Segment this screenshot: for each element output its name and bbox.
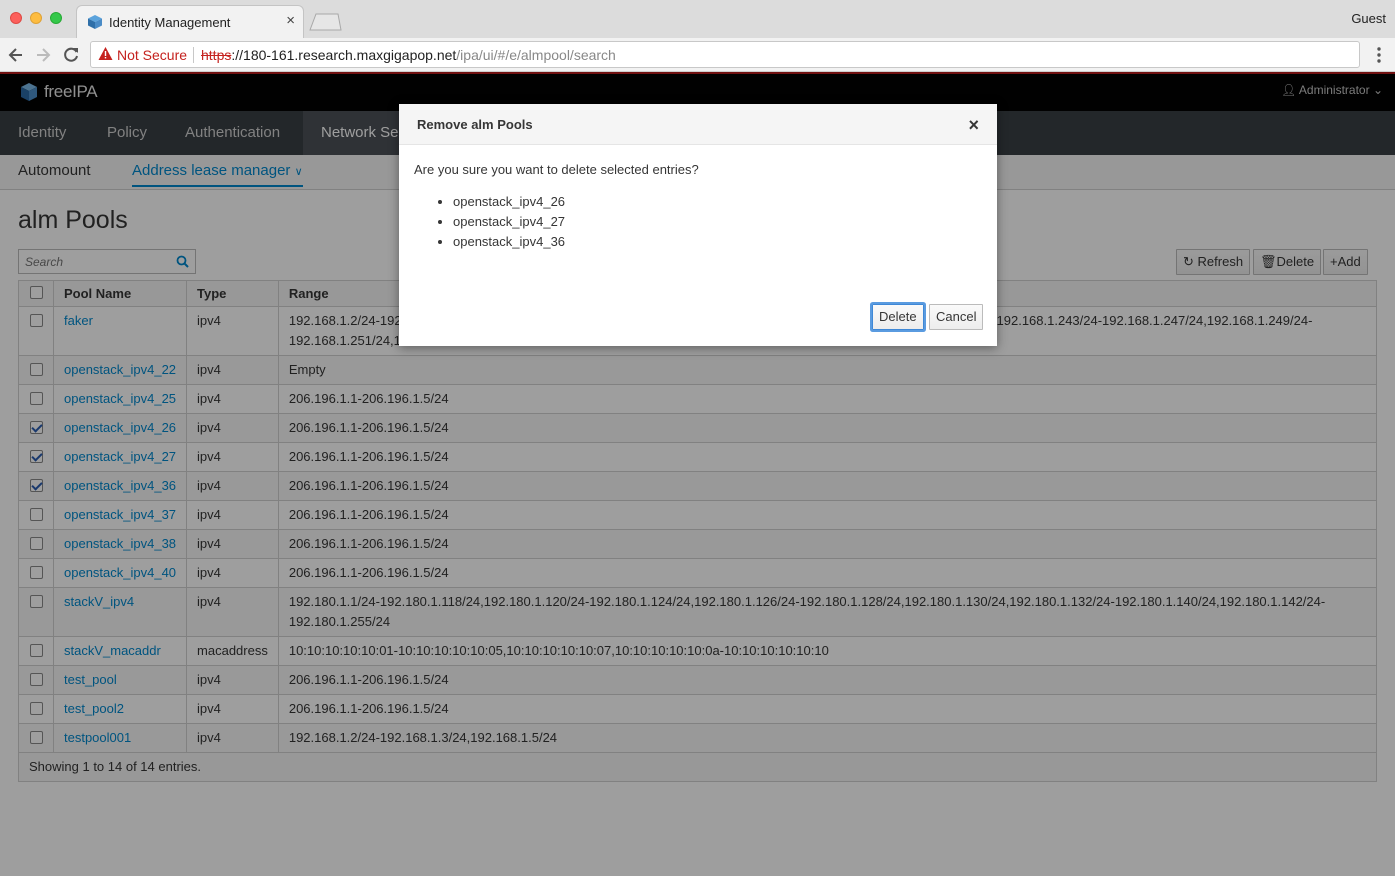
dialog-entry: openstack_ipv4_26 [453,192,565,212]
minimize-window-button[interactable] [30,12,42,24]
url-scheme-separator: :// [231,47,244,63]
freeipa-favicon-icon [88,15,102,29]
url-host: 180-161.research.maxgigapop.net [243,47,457,63]
cancel-button[interactable]: Cancel [929,304,984,330]
profile-label[interactable]: Guest [1351,11,1386,26]
reload-icon[interactable] [60,44,82,66]
confirm-delete-button[interactable]: Delete [872,304,924,330]
browser-tab[interactable]: Identity Management × [76,5,304,38]
warning-triangle-icon [98,47,113,60]
browser-menu-icon[interactable] [1376,46,1382,64]
back-arrow-icon[interactable] [5,44,27,66]
url-text[interactable]: https://180-161.research.maxgigapop.net/… [201,47,616,63]
close-icon[interactable]: × [968,116,979,134]
remove-dialog: Remove alm Pools × Are you sure you want… [399,104,997,346]
url-scheme: https [201,47,232,63]
not-secure-label[interactable]: Not Secure [117,47,187,63]
url-divider [193,47,194,63]
dialog-title: Remove alm Pools [417,117,533,132]
tab-close-icon[interactable]: × [286,12,295,29]
forward-arrow-icon[interactable] [32,44,54,66]
new-tab-button[interactable] [308,13,342,31]
browser-toolbar: Not Secure https://180-161.research.maxg… [0,38,1395,72]
url-path: /ipa/ui/#/e/almpool/search [456,47,616,63]
dialog-entry: openstack_ipv4_27 [453,212,565,232]
browser-tab-bar: Identity Management × Guest [0,0,1395,38]
dialog-header: Remove alm Pools × [399,104,997,145]
dialog-entry: openstack_ipv4_36 [453,232,565,252]
zoom-window-button[interactable] [50,12,62,24]
address-bar[interactable]: Not Secure https://180-161.research.maxg… [90,41,1360,68]
dialog-entry-list: openstack_ipv4_26 openstack_ipv4_27 open… [453,192,565,252]
dialog-message: Are you sure you want to delete selected… [414,162,699,177]
close-window-button[interactable] [10,12,22,24]
tab-title: Identity Management [109,15,231,30]
